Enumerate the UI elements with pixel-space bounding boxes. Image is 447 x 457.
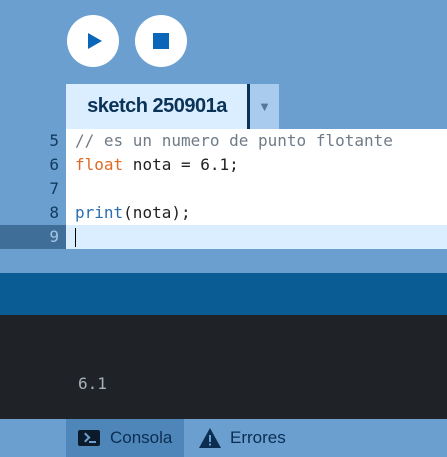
line-code[interactable]: float nota = 6.1; (66, 153, 447, 177)
tab-errors-label: Errores (230, 428, 286, 447)
line-number: 5 (49, 131, 59, 150)
play-icon (88, 33, 102, 49)
console-panel: 6.1 (0, 315, 447, 419)
stop-button[interactable] (135, 15, 187, 67)
text-cursor (75, 228, 76, 247)
tab-console-label: Consola (110, 428, 173, 447)
line-number: 8 (49, 203, 59, 222)
code-token-type: float (75, 155, 124, 174)
status-strip (0, 273, 447, 315)
tab-menu-button[interactable]: ▼ (250, 84, 279, 129)
line-number: 9 (0, 225, 66, 249)
tab-console[interactable]: Consola (66, 419, 184, 457)
code-token-plain: (nota); (123, 203, 191, 222)
code-line[interactable]: 6 float nota = 6.1; (0, 153, 447, 177)
code-line[interactable]: 9 (0, 225, 447, 249)
code-token-fn: print (75, 203, 124, 222)
code-line[interactable]: 7 (0, 177, 447, 201)
stop-icon (153, 33, 169, 49)
code-line[interactable]: 5 // es un numero de punto flotante (0, 129, 447, 153)
code-editor[interactable]: 5 // es un numero de punto flotante 6 float… (0, 129, 447, 249)
terminal-icon (78, 430, 100, 446)
line-code[interactable]: print(nota); (66, 201, 447, 225)
line-code[interactable] (66, 225, 447, 249)
line-code[interactable]: // es un numero de punto flotante (66, 129, 447, 153)
line-number: 6 (49, 155, 59, 174)
line-number: 7 (49, 179, 59, 198)
bottom-tab-bar: Consola Errores (0, 419, 447, 457)
chevron-down-icon: ▼ (258, 99, 271, 114)
tab-sketch[interactable]: sketch 250901a (66, 84, 248, 129)
tab-sketch-label: sketch 250901a (87, 95, 227, 117)
line-code[interactable] (66, 177, 447, 201)
code-token-plain: nota = 6.1; (123, 155, 239, 174)
tab-bar: sketch 250901a ▼ (0, 84, 447, 129)
code-line[interactable]: 8 print(nota); (0, 201, 447, 225)
editor-footer (0, 249, 447, 273)
run-button[interactable] (67, 15, 119, 67)
console-output: 6.1 (78, 374, 107, 393)
code-token-comment: // es un numero de punto flotante (75, 131, 393, 150)
tab-errors[interactable]: Errores (198, 419, 286, 457)
warning-icon (199, 428, 221, 448)
toolbar (0, 0, 447, 84)
